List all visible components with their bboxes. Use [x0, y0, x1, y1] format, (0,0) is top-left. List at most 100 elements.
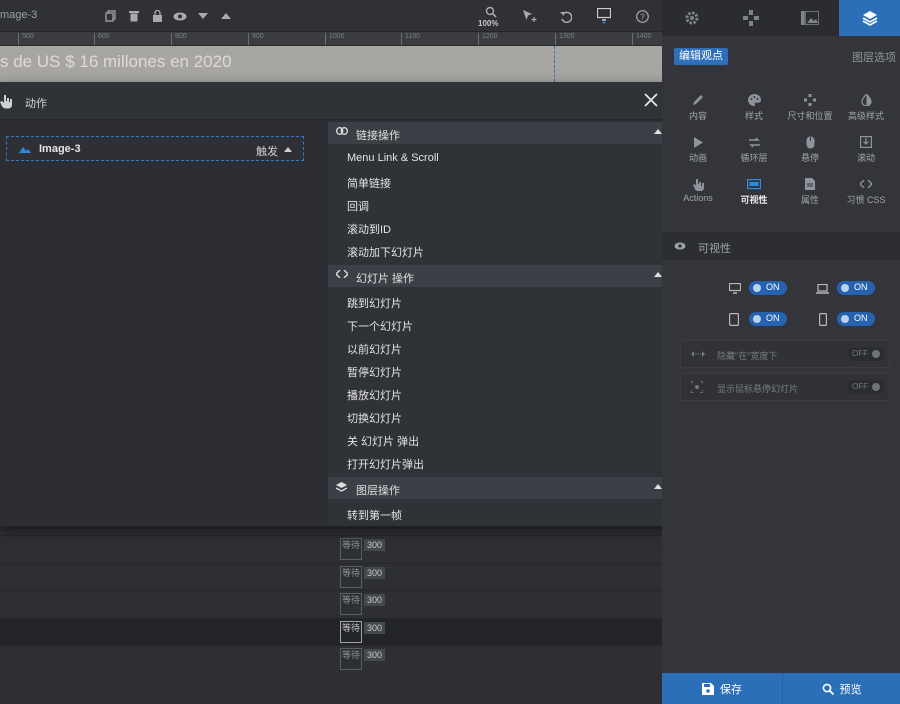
action-item[interactable]: 播放幻灯片 — [347, 387, 402, 403]
tablet-icon — [729, 313, 739, 326]
property-tab[interactable]: 高级样式 — [838, 93, 894, 122]
link-icon — [336, 127, 348, 135]
property-tab[interactable]: Actions — [670, 177, 726, 203]
wait-box[interactable]: 等待 — [340, 593, 362, 615]
ruler-tick: 600 — [94, 33, 110, 45]
focus-icon — [691, 381, 703, 393]
width-arrows-icon — [691, 350, 705, 358]
property-tab[interactable]: 属性 — [782, 177, 838, 206]
tab-navigation[interactable] — [721, 0, 780, 36]
action-section-header[interactable]: 链接操作 — [328, 122, 672, 144]
canvas-guide-line — [554, 46, 555, 82]
caret-up-icon[interactable] — [654, 484, 662, 489]
edit-viewport-badge[interactable]: 编辑观点 — [674, 48, 728, 65]
tab-settings[interactable] — [662, 0, 721, 36]
loop-icon — [726, 135, 782, 149]
close-icon[interactable] — [644, 93, 660, 109]
ruler-tick: 1400 — [632, 33, 652, 45]
hide-under-width-label: 隐藏"在"宽度下 — [717, 351, 778, 361]
property-tab[interactable]: 滚动 — [838, 135, 894, 164]
lock-icon[interactable] — [148, 7, 166, 25]
preview-button[interactable]: 预览 — [783, 673, 900, 704]
show-on-hover-toggle[interactable]: OFF — [847, 380, 885, 394]
move-down-icon[interactable] — [194, 7, 212, 25]
zoom-control[interactable]: 100% — [478, 6, 504, 30]
tab-layers[interactable] — [839, 0, 900, 36]
action-item[interactable]: 简单链接 — [347, 175, 391, 191]
action-item[interactable]: Menu Link & Scroll — [347, 152, 439, 164]
property-tab[interactable]: 尺寸和位置 — [782, 93, 838, 122]
eye-icon[interactable] — [171, 7, 189, 25]
desktop-icon — [729, 283, 741, 294]
property-tab-label: 内容 — [688, 111, 707, 121]
timeline-row[interactable]: 等待 300 — [0, 590, 662, 618]
save-button[interactable]: 保存 — [662, 673, 783, 704]
action-item[interactable]: 转到第一帧 — [347, 507, 402, 523]
ruler-tick: 500 — [18, 33, 34, 45]
move-up-icon[interactable] — [217, 7, 235, 25]
wait-box[interactable]: 等待 — [340, 565, 362, 588]
action-item[interactable]: 下一个幻灯片 — [347, 318, 413, 334]
action-item[interactable]: 回调 — [347, 198, 369, 214]
caret-up-icon[interactable] — [654, 272, 662, 277]
tablet-visibility-toggle[interactable]: ON — [749, 312, 787, 326]
property-tab[interactable]: 动画 — [670, 135, 726, 164]
cursor-add-icon[interactable] — [521, 7, 539, 25]
action-item[interactable]: 滚动到ID — [347, 221, 391, 237]
property-tab[interactable]: 习惯 CSS — [838, 177, 894, 206]
property-tab[interactable]: 可视性 — [726, 177, 782, 206]
action-item[interactable]: 打开幻灯片弹出 — [347, 456, 424, 472]
property-tab[interactable]: 悬停 — [782, 135, 838, 164]
property-tab-label: 滚动 — [856, 153, 875, 163]
property-tab[interactable]: 样式 — [726, 93, 782, 122]
notebook-visibility-toggle[interactable]: ON — [837, 281, 875, 295]
desktop-visibility-toggle[interactable]: ON — [749, 281, 787, 295]
ruler-tick: 800 — [171, 33, 187, 45]
search-icon — [822, 683, 834, 695]
tab-media[interactable] — [780, 0, 839, 36]
timeline-row[interactable]: 等待 300 — [0, 617, 662, 646]
property-tab-label: 尺寸和位置 — [787, 111, 833, 121]
floppy-icon — [702, 682, 714, 695]
mobile-visibility-toggle[interactable]: ON — [837, 312, 875, 326]
action-item[interactable]: 以前幻灯片 — [347, 341, 402, 357]
action-item[interactable]: 跳到幻灯片 — [347, 295, 402, 311]
slide-canvas[interactable]: s de US $ 16 millones en 2020 — [0, 46, 662, 82]
action-item[interactable]: 滚动加下幻灯片 — [347, 244, 424, 260]
caret-up-icon[interactable] — [654, 129, 662, 134]
action-section-header[interactable]: 图层操作 — [328, 477, 672, 499]
action-section-header[interactable]: 幻灯片 操作 — [328, 265, 672, 287]
layer-trigger-row[interactable]: Image-3 触发 — [6, 136, 304, 161]
ruler-tick: 900 — [248, 33, 264, 45]
action-item[interactable]: 关 幻灯片 弹出 — [347, 433, 419, 449]
zoom-level: 100% — [478, 19, 499, 28]
hide-under-width-toggle[interactable]: OFF — [847, 347, 885, 361]
visibility-title: 可视性 — [698, 243, 731, 255]
top-toolbar: mage-3 100% ? — [0, 0, 662, 32]
wait-duration: 300 — [364, 594, 386, 606]
action-item[interactable]: 暂停幻灯片 — [347, 364, 402, 380]
desktop-view-icon[interactable] — [595, 7, 613, 25]
code-icon — [336, 270, 348, 278]
wait-box[interactable]: 等待 — [340, 648, 362, 670]
visibility-section-header[interactable]: 可视性 — [662, 232, 900, 260]
caret-up-icon[interactable] — [284, 147, 292, 152]
ruler-tick: 1200 — [478, 33, 498, 45]
property-tab-label: 悬停 — [800, 153, 819, 163]
wait-box[interactable]: 等待 — [340, 538, 362, 560]
scroll-icon — [838, 135, 894, 149]
action-item[interactable]: 切换幻灯片 — [347, 410, 402, 426]
layer-options-label[interactable]: 图层选项 — [852, 49, 896, 65]
help-icon[interactable]: ? — [633, 7, 651, 25]
wait-duration: 300 — [364, 649, 386, 661]
wait-box[interactable]: 等待 — [340, 620, 362, 643]
copy-icon[interactable] — [102, 7, 120, 25]
timeline-row[interactable]: 等待 300 — [0, 535, 662, 563]
timeline-row[interactable]: 等待 300 — [0, 562, 662, 591]
property-tab[interactable]: 内容 — [670, 93, 726, 122]
timeline-row[interactable]: 等待 300 — [0, 645, 662, 673]
property-tab-label: 可视性 — [740, 195, 768, 205]
undo-icon[interactable] — [557, 7, 575, 25]
trash-icon[interactable] — [125, 7, 143, 25]
property-tab[interactable]: 循环层 — [726, 135, 782, 164]
